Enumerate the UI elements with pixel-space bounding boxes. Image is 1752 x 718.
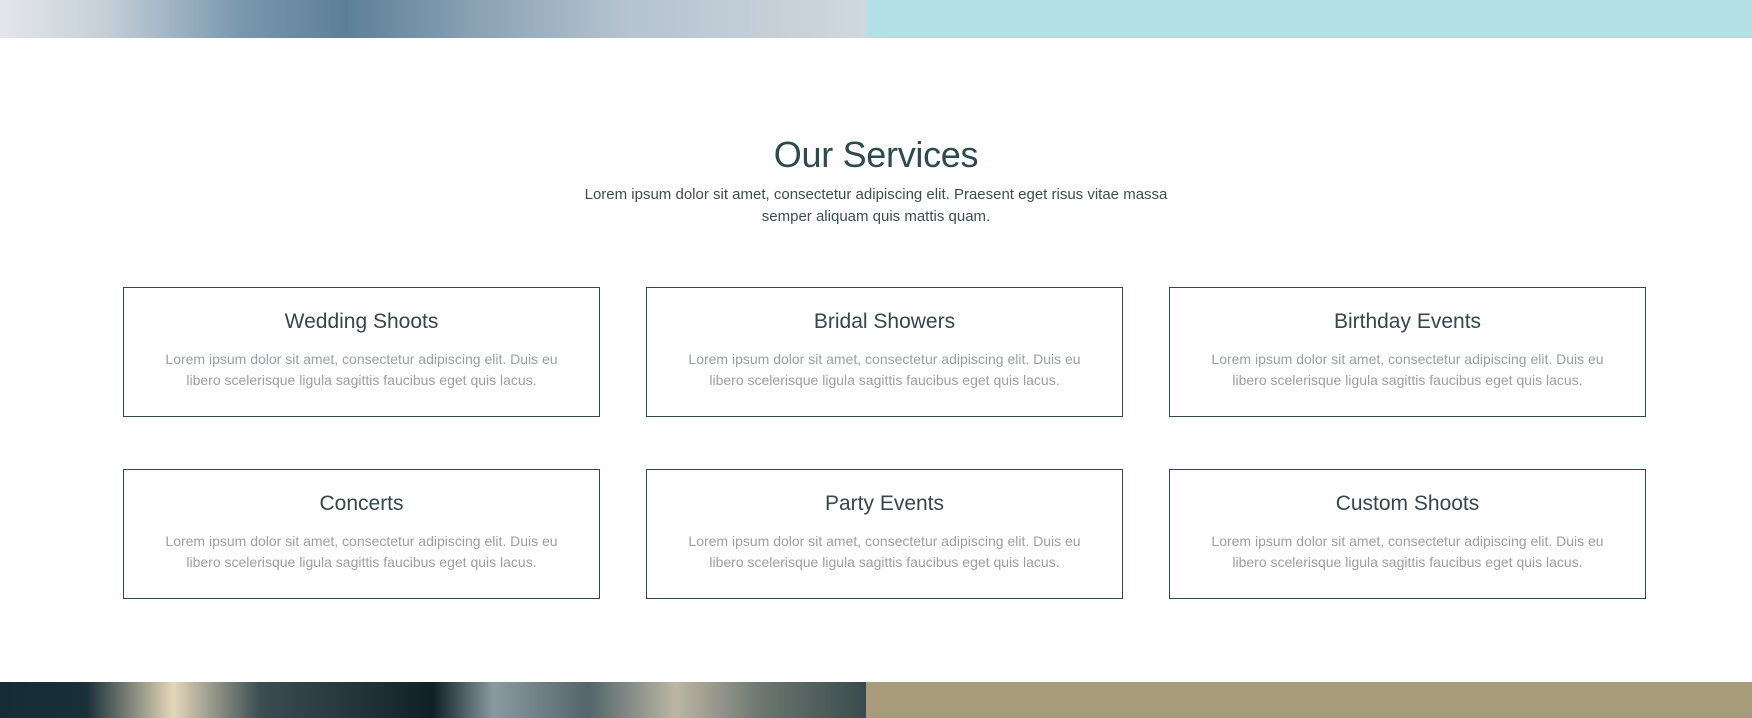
service-card-title: Custom Shoots	[1335, 492, 1480, 515]
section-title: Our Services	[773, 134, 979, 175]
service-card-birthday-events: Birthday Events Lorem ipsum dolor sit am…	[1169, 287, 1646, 417]
top-banner	[0, 0, 1752, 38]
service-card-title: Birthday Events	[1333, 310, 1482, 333]
service-card-party-events: Party Events Lorem ipsum dolor sit amet,…	[646, 469, 1123, 599]
service-card-title: Concerts	[319, 492, 404, 515]
service-card-description: Lorem ipsum dolor sit amet, consectetur …	[165, 351, 558, 388]
service-card-description: Lorem ipsum dolor sit amet, consectetur …	[688, 533, 1081, 570]
services-section: Our Services Lorem ipsum dolor sit amet,…	[0, 38, 1752, 682]
service-card-concerts: Concerts Lorem ipsum dolor sit amet, con…	[123, 469, 600, 599]
service-card-wedding-shoots: Wedding Shoots Lorem ipsum dolor sit ame…	[123, 287, 600, 417]
bottom-banner	[0, 682, 1752, 718]
service-card-title: Wedding Shoots	[284, 310, 439, 333]
service-card-description: Lorem ipsum dolor sit amet, consectetur …	[165, 533, 558, 570]
service-card-title: Party Events	[824, 492, 945, 515]
service-card-description: Lorem ipsum dolor sit amet, consectetur …	[1211, 351, 1604, 388]
service-card-description: Lorem ipsum dolor sit amet, consectetur …	[688, 351, 1081, 388]
service-card-custom-shoots: Custom Shoots Lorem ipsum dolor sit amet…	[1169, 469, 1646, 599]
service-card-title: Bridal Showers	[813, 310, 956, 333]
bottom-banner-color-panel	[866, 682, 1752, 718]
bottom-banner-image	[0, 682, 866, 718]
top-banner-image	[0, 0, 866, 38]
service-card-description: Lorem ipsum dolor sit amet, consectetur …	[1211, 533, 1604, 570]
top-banner-color-panel	[866, 0, 1752, 38]
section-intro: Lorem ipsum dolor sit amet, consectetur …	[584, 186, 1168, 225]
service-card-bridal-showers: Bridal Showers Lorem ipsum dolor sit ame…	[646, 287, 1123, 417]
